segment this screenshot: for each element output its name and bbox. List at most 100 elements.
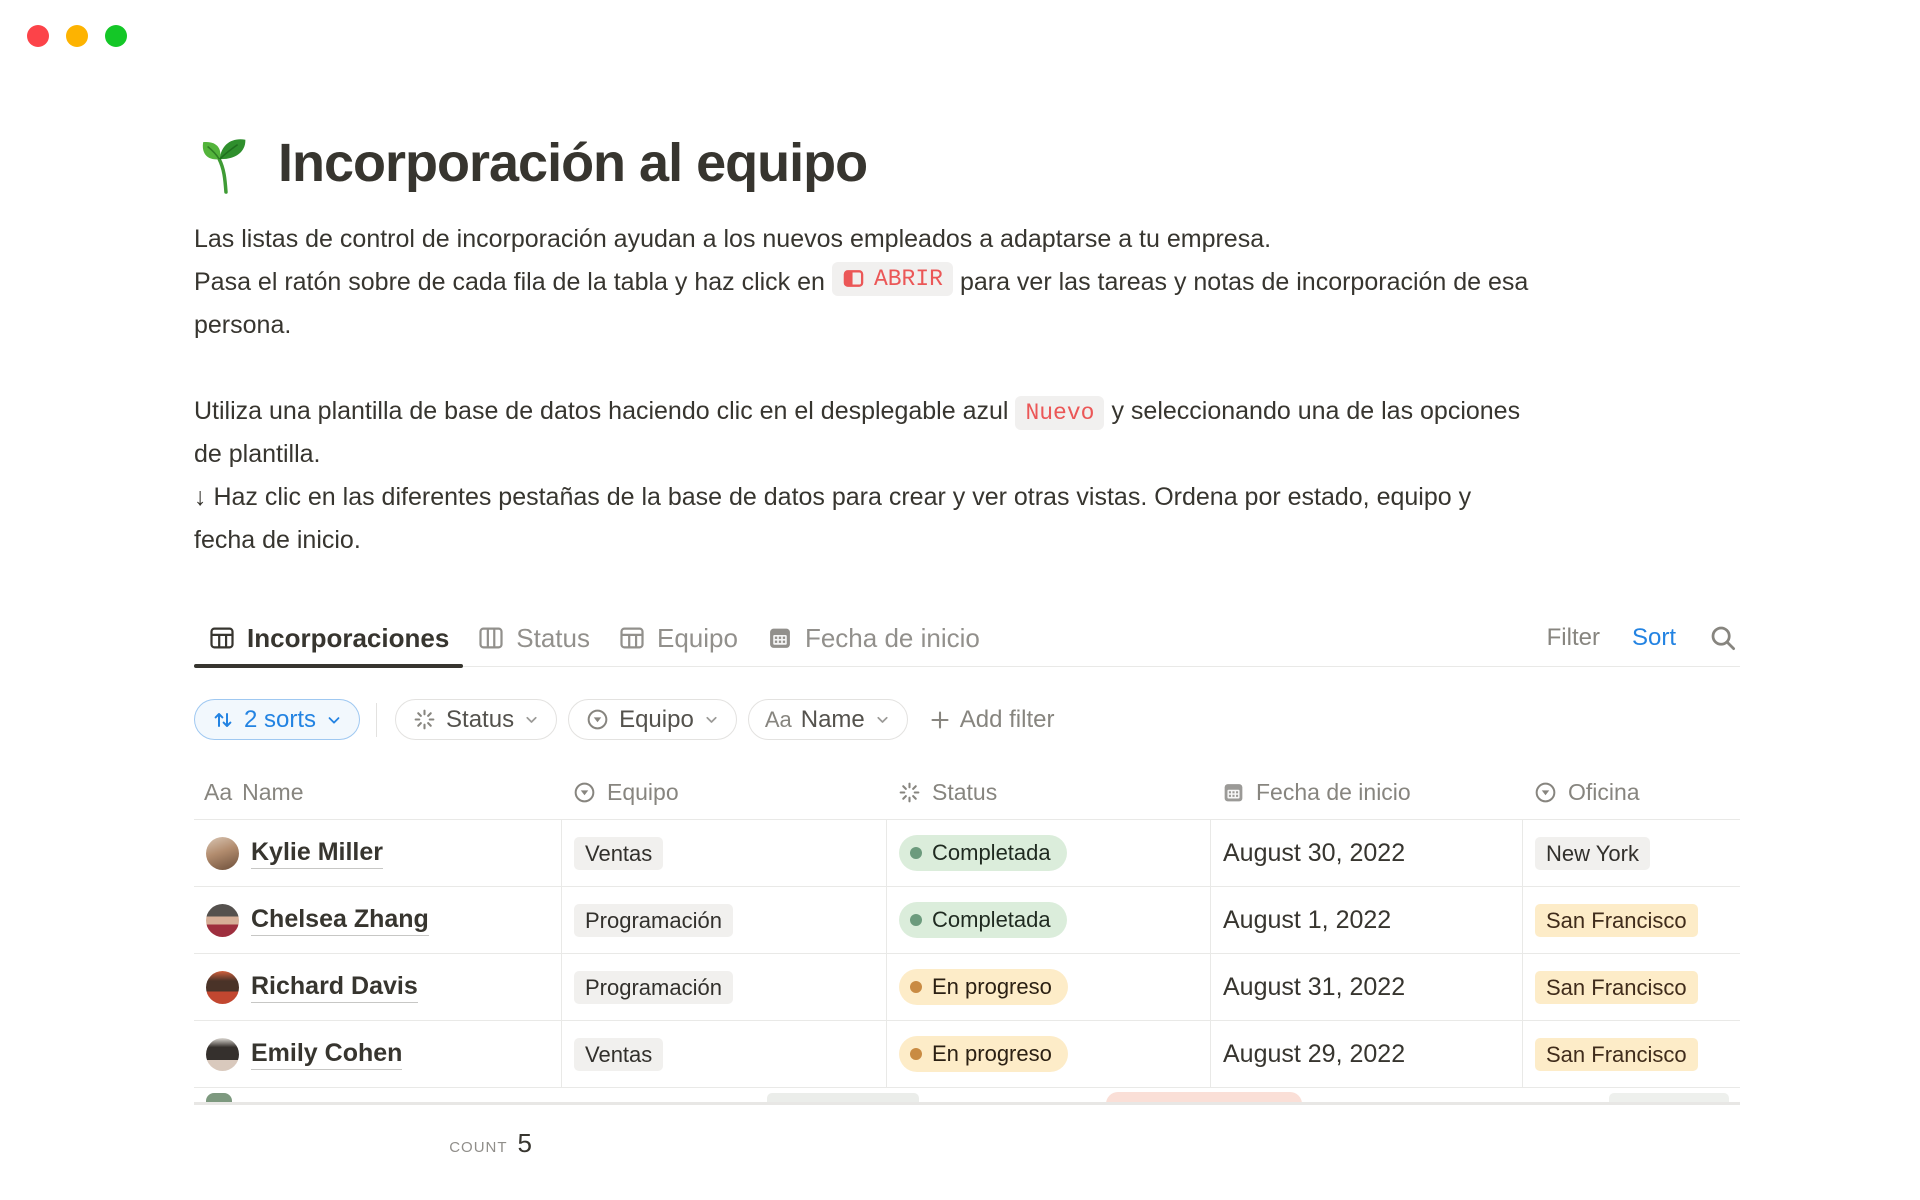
page-header: Incorporación al equipo bbox=[194, 132, 867, 194]
status-label: En progreso bbox=[932, 974, 1052, 1000]
status-dot bbox=[910, 981, 922, 993]
equipo-cell[interactable]: Programación bbox=[562, 954, 887, 1020]
table-row-partial[interactable] bbox=[194, 1088, 1740, 1102]
search-icon[interactable] bbox=[1708, 623, 1738, 653]
oficina-cell[interactable]: New York bbox=[1523, 820, 1740, 886]
table-row[interactable]: Richard Davis Programación En progreso A… bbox=[194, 954, 1740, 1021]
oficina-tag: New York bbox=[1535, 837, 1650, 870]
count-aggregate[interactable]: COUNT5 bbox=[194, 1128, 562, 1159]
column-header-oficina[interactable]: Oficina bbox=[1523, 779, 1740, 806]
notion-page: Incorporación al equipo Las listas de co… bbox=[0, 0, 1920, 1200]
count-value: 5 bbox=[518, 1128, 532, 1158]
sort-arrows-icon bbox=[211, 708, 235, 732]
status-cell[interactable]: En progreso bbox=[887, 1021, 1211, 1087]
side-peek-icon bbox=[842, 267, 865, 290]
filter-bar: 2 sorts Status bbox=[194, 699, 1054, 740]
status-label: En progreso bbox=[932, 1041, 1052, 1067]
tab-label: Equipo bbox=[657, 623, 738, 654]
intro-paragraph: Las listas de control de incorporación a… bbox=[194, 218, 1740, 347]
select-icon bbox=[585, 707, 610, 732]
equipo-cell[interactable]: Ventas bbox=[562, 1021, 887, 1087]
views-paragraph: ↓ Haz clic en las diferentes pestañas de… bbox=[194, 476, 1740, 562]
chevron-down-icon bbox=[874, 711, 891, 728]
oficina-cell[interactable]: San Francisco bbox=[1523, 954, 1740, 1020]
avatar bbox=[206, 904, 239, 937]
intro-line-2b: para ver las tareas y notas de incorpora… bbox=[960, 268, 1528, 296]
row-name-link[interactable]: Kylie Miller bbox=[251, 838, 383, 869]
oficina-tag bbox=[1609, 1093, 1729, 1102]
oficina-cell[interactable]: San Francisco bbox=[1523, 1021, 1740, 1087]
row-name-link[interactable]: Richard Davis bbox=[251, 972, 418, 1003]
equipo-cell[interactable]: Programación bbox=[562, 887, 887, 953]
equipo-tag bbox=[767, 1093, 919, 1102]
seedling-icon[interactable] bbox=[194, 132, 256, 194]
tab-equipo[interactable]: Equipo bbox=[604, 610, 752, 666]
filter-pill-status[interactable]: Status bbox=[395, 699, 557, 740]
views-line-1: ↓ Haz clic en las diferentes pestañas de… bbox=[194, 483, 1471, 511]
sort-action[interactable]: Sort bbox=[1632, 624, 1676, 652]
tab-status[interactable]: Status bbox=[463, 610, 604, 666]
status-label: Completada bbox=[932, 840, 1051, 866]
date-text: August 1, 2022 bbox=[1223, 906, 1391, 935]
equipo-cell[interactable]: Ventas bbox=[562, 820, 887, 886]
row-name-link[interactable]: Chelsea Zhang bbox=[251, 905, 429, 936]
column-header-status[interactable]: Status bbox=[887, 779, 1211, 806]
filter-action[interactable]: Filter bbox=[1547, 624, 1600, 652]
table-row[interactable]: Emily Cohen Ventas En progreso August 29… bbox=[194, 1021, 1740, 1088]
avatar bbox=[206, 1093, 232, 1102]
minimize-button[interactable] bbox=[66, 25, 88, 47]
fecha-cell[interactable]: August 30, 2022 bbox=[1211, 820, 1523, 886]
row-name-link[interactable]: Emily Cohen bbox=[251, 1039, 402, 1070]
plus-icon bbox=[928, 708, 952, 732]
column-header-fecha[interactable]: Fecha de inicio bbox=[1211, 779, 1523, 806]
status-label: Completada bbox=[932, 907, 1051, 933]
name-cell[interactable]: Chelsea Zhang bbox=[194, 887, 562, 953]
tab-label: Fecha de inicio bbox=[805, 623, 980, 654]
status-dot bbox=[910, 1048, 922, 1060]
sorts-button[interactable]: 2 sorts bbox=[194, 699, 360, 740]
text-icon: Aa bbox=[204, 779, 232, 806]
column-label: Equipo bbox=[607, 779, 679, 806]
sorts-button-label: 2 sorts bbox=[244, 706, 316, 734]
column-label: Status bbox=[932, 779, 997, 806]
window-controls bbox=[27, 25, 127, 47]
column-header-name[interactable]: Aa Name bbox=[194, 779, 562, 806]
tab-incorporaciones[interactable]: Incorporaciones bbox=[194, 610, 463, 666]
calendar-icon bbox=[1221, 780, 1246, 805]
name-cell[interactable]: Kylie Miller bbox=[194, 820, 562, 886]
close-button[interactable] bbox=[27, 25, 49, 47]
status-cell[interactable]: En progreso bbox=[887, 954, 1211, 1020]
template-line-1: Utiliza una plantilla de base de datos h… bbox=[194, 397, 1008, 425]
filter-pill-label: Equipo bbox=[619, 706, 694, 734]
status-pill: En progreso bbox=[899, 1036, 1068, 1072]
views-line-2: fecha de inicio. bbox=[194, 526, 361, 554]
chevron-down-icon bbox=[523, 711, 540, 728]
fecha-cell[interactable]: August 1, 2022 bbox=[1211, 887, 1523, 953]
page-title: Incorporación al equipo bbox=[278, 132, 867, 194]
status-pill: Completada bbox=[899, 835, 1067, 871]
table-row[interactable]: Kylie Miller Ventas Completada August 30… bbox=[194, 820, 1740, 887]
oficina-cell[interactable]: San Francisco bbox=[1523, 887, 1740, 953]
fecha-cell[interactable]: August 29, 2022 bbox=[1211, 1021, 1523, 1087]
intro-text: Las listas de control de incorporación a… bbox=[194, 218, 1740, 562]
add-filter-button[interactable]: Add filter bbox=[928, 706, 1055, 734]
avatar bbox=[206, 837, 239, 870]
status-cell[interactable]: Completada bbox=[887, 887, 1211, 953]
tab-label: Status bbox=[516, 623, 590, 654]
select-icon bbox=[572, 780, 597, 805]
fecha-cell[interactable]: August 31, 2022 bbox=[1211, 954, 1523, 1020]
filter-pill-equipo[interactable]: Equipo bbox=[568, 699, 737, 740]
equipo-tag: Programación bbox=[574, 971, 733, 1004]
tab-fecha-de-inicio[interactable]: Fecha de inicio bbox=[752, 610, 994, 666]
filter-pill-name[interactable]: Aa Name bbox=[748, 699, 908, 740]
table-row[interactable]: Chelsea Zhang Programación Completada Au… bbox=[194, 887, 1740, 954]
name-cell[interactable]: Emily Cohen bbox=[194, 1021, 562, 1087]
template-line-1b: y seleccionando una de las opciones bbox=[1111, 397, 1520, 425]
name-cell[interactable]: Richard Davis bbox=[194, 954, 562, 1020]
chevron-down-icon bbox=[325, 711, 343, 729]
zoom-button[interactable] bbox=[105, 25, 127, 47]
status-cell[interactable]: Completada bbox=[887, 820, 1211, 886]
column-header-equipo[interactable]: Equipo bbox=[562, 779, 887, 806]
filter-pill-label: Name bbox=[801, 706, 865, 734]
status-pill: Completada bbox=[899, 902, 1067, 938]
